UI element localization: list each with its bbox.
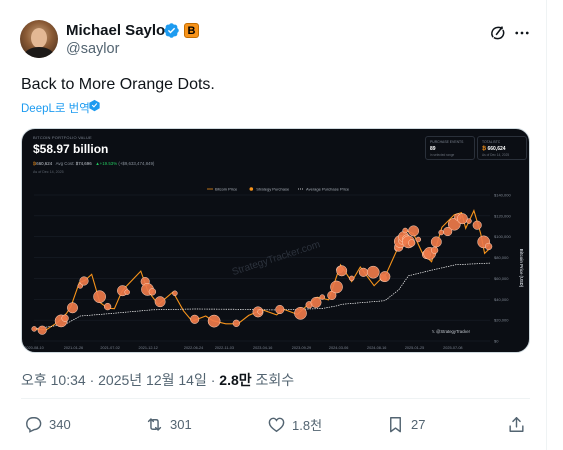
purchase-dot [207, 314, 221, 328]
purchase-dot [67, 302, 78, 314]
purchase-dot [379, 271, 391, 283]
purchase-dot [408, 239, 416, 247]
reply-button[interactable]: 340 [24, 413, 71, 435]
x-tick-label: 2021-12-12 [139, 346, 158, 350]
more-icon[interactable] [513, 24, 531, 42]
purchase-dot [310, 296, 322, 308]
y-tick-label: $80,000 [494, 255, 509, 260]
repost-icon [147, 417, 162, 431]
views-label: 조회수 [251, 372, 295, 388]
purchase-dot [148, 288, 157, 296]
purchase-dot [358, 267, 368, 277]
y-axis-title: Bitcoin Price (USD) [519, 249, 524, 288]
like-icon [268, 417, 285, 432]
tweet-text: Back to More Orange Dots. [21, 76, 215, 93]
bookmark-icon [390, 416, 401, 432]
legend-label: Bitcoin Price [215, 186, 238, 191]
purchase-dot [79, 276, 89, 286]
watermark: StrategyTracker.com [231, 239, 322, 278]
purchase-dot [402, 227, 408, 234]
bookmark-button[interactable]: 27 [386, 413, 425, 435]
credit-label: 𝕏 @StrategyTracker [432, 329, 471, 334]
purchase-dot [37, 325, 47, 335]
reply-icon [26, 416, 42, 433]
repost-count: 301 [170, 416, 192, 432]
y-tick-label: $0 [494, 339, 499, 344]
repost-button[interactable]: 301 [145, 413, 192, 435]
purchase-dot [232, 319, 240, 327]
tweet-timestamp[interactable]: 오후 10:34 · 2025년 12월 14일 · 2.8만 조회수 [21, 370, 294, 390]
x-tick-label: 2020-08-10 [24, 346, 43, 350]
purchase-dot [366, 265, 380, 279]
legend-swatch [249, 187, 254, 191]
purchase-dot [466, 218, 472, 224]
purchase-dot [348, 275, 355, 282]
legend-label: Strategy Purchase [256, 186, 290, 191]
like-count: 1.8천 [292, 417, 323, 433]
purchase-dot [154, 296, 166, 308]
purchase-dot [93, 290, 106, 304]
author-handle[interactable]: @saylor [66, 41, 119, 57]
purchase-dot [484, 242, 493, 251]
purchase-dot [31, 326, 37, 332]
y-tick-label: $20,000 [494, 318, 509, 323]
purchase-dot [172, 290, 178, 297]
purchase-dot [294, 306, 307, 320]
x-tick-label: 2022-11-03 [215, 346, 234, 350]
share-icon [509, 416, 524, 432]
purchase-dot [275, 304, 285, 315]
x-tick-label: 2025-01-25 [405, 346, 424, 350]
purchase-dot [430, 246, 439, 254]
purchase-dot [415, 236, 422, 243]
purchase-dot [408, 225, 420, 237]
y-tick-label: $140,000 [494, 193, 511, 198]
verified-badge-icon[interactable] [163, 22, 180, 39]
purchase-dot [190, 314, 200, 324]
author-name[interactable]: Michael Saylor [66, 22, 171, 39]
business-badge: B [184, 23, 199, 38]
translate-icon[interactable] [88, 99, 101, 112]
translate-link[interactable]: DeepL로 번역 [21, 100, 90, 116]
purchase-dot [456, 213, 468, 225]
bookmark-count: 27 [411, 416, 426, 432]
avatar[interactable] [20, 20, 58, 58]
purchase-dot [257, 309, 263, 315]
x-tick-label: 2023-04-16 [253, 346, 272, 350]
x-tick-label: 2024-03-06 [329, 346, 348, 350]
grok-icon[interactable] [489, 24, 507, 42]
purchase-dot [336, 265, 348, 277]
x-tick-label: 2021-01-26 [64, 346, 83, 350]
purchase-dot [330, 280, 343, 294]
views-count: 2.8만 [219, 372, 252, 388]
y-tick-label: $60,000 [494, 276, 509, 281]
x-tick-label: 2024-08-16 [367, 346, 386, 350]
purchase-dot [319, 294, 326, 300]
x-tick-label: 2025-07-08 [443, 346, 462, 350]
purchase-dot [103, 302, 112, 311]
purchase-dot [61, 314, 69, 322]
x-tick-label: 2023-09-29 [292, 346, 311, 350]
purchase-dot [472, 220, 482, 230]
timestamp-text: 오후 10:34 · 2025년 12월 14일 · [21, 372, 220, 388]
y-tick-label: $100,000 [494, 234, 511, 239]
x-tick-label: 2022-06-24 [184, 346, 203, 350]
legend-label: Average Purchase Price [306, 186, 350, 191]
timeline-border [546, 0, 547, 450]
purchase-dot [438, 229, 444, 236]
x-tick-label: 2021-07-02 [100, 346, 119, 350]
like-button[interactable]: 1.8천 [267, 413, 322, 435]
purchase-dot [430, 236, 442, 248]
chart-image-card[interactable]: BITCOIN PORTFOLIO VALUE $58.97 billion ₿… [21, 128, 530, 353]
btc-chart: $0 $20,000 $40,000 $60,000 $80,000 $100,000 $1… [24, 186, 524, 350]
divider [21, 398, 530, 399]
y-tick-label: $40,000 [494, 297, 509, 302]
share-button[interactable] [507, 413, 526, 435]
reply-count: 340 [49, 416, 71, 432]
y-tick-label: $120,000 [494, 213, 511, 218]
purchase-dot [124, 289, 130, 295]
